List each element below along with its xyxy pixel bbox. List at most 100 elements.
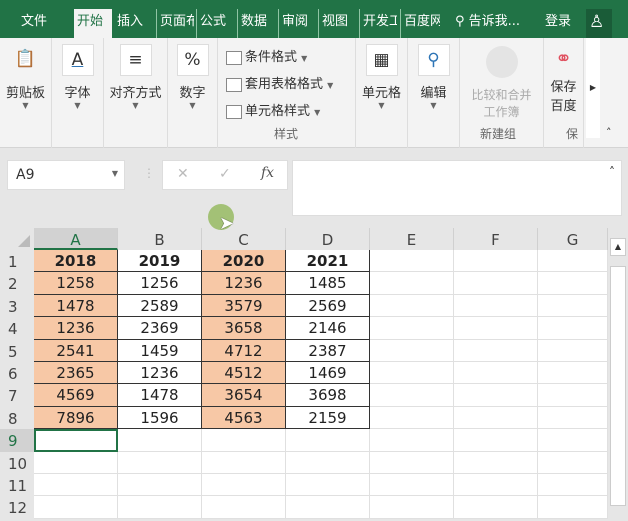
cell-F9[interactable]	[454, 429, 538, 452]
cell-F10[interactable]	[454, 451, 538, 474]
cell-E9[interactable]	[370, 429, 454, 452]
row-header-9[interactable]: 9	[0, 429, 34, 452]
cell-F11[interactable]	[454, 474, 538, 497]
row-header-10[interactable]: 10	[0, 451, 34, 474]
cell-F3[interactable]	[454, 294, 538, 318]
cell-E1[interactable]	[370, 250, 454, 273]
cell-E10[interactable]	[370, 451, 454, 474]
cell-G12[interactable]	[538, 496, 608, 519]
cell-B12[interactable]	[118, 496, 202, 519]
cell-B10[interactable]	[118, 451, 202, 474]
column-header-D[interactable]: D	[286, 228, 370, 250]
cell-D9[interactable]	[286, 429, 370, 452]
column-header-G[interactable]: G	[538, 228, 608, 250]
cell-C5[interactable]: 4712	[202, 339, 286, 362]
cell-B11[interactable]	[118, 474, 202, 497]
cell-F4[interactable]	[454, 317, 538, 340]
collapse-ribbon-icon[interactable]: ˄	[606, 126, 612, 139]
row-header-3[interactable]: 3	[0, 294, 34, 318]
cell-C12[interactable]	[202, 496, 286, 519]
cell-E4[interactable]	[370, 317, 454, 340]
cell-B9[interactable]	[118, 429, 202, 452]
cell-G6[interactable]	[538, 362, 608, 385]
tab-file[interactable]: 文件	[18, 9, 50, 38]
cell-A4[interactable]: 1236	[34, 317, 118, 340]
cell-C10[interactable]	[202, 451, 286, 474]
cell-A2[interactable]: 1258	[34, 272, 118, 295]
cell-D11[interactable]	[286, 474, 370, 497]
cell-F8[interactable]	[454, 406, 538, 430]
cell-G4[interactable]	[538, 317, 608, 340]
cell-G3[interactable]	[538, 294, 608, 318]
cell-A9-selected[interactable]	[34, 429, 118, 452]
login-button[interactable]: 登录	[542, 9, 574, 38]
cell-C4[interactable]: 3658	[202, 317, 286, 340]
cells-button[interactable]: ▦ 单元格 ▼	[356, 38, 408, 148]
cell-E11[interactable]	[370, 474, 454, 497]
cell-C3[interactable]: 3579	[202, 294, 286, 318]
cell-A10[interactable]	[34, 451, 118, 474]
collapse-formula-icon[interactable]: ˄	[609, 165, 615, 179]
cell-D5[interactable]: 2387	[286, 339, 370, 362]
alignment-button[interactable]: ≡ 对齐方式 ▼	[104, 38, 168, 148]
cell-G2[interactable]	[538, 272, 608, 295]
edit-button[interactable]: ⚲ 编辑 ▼	[408, 38, 460, 148]
row-header-11[interactable]: 11	[0, 474, 34, 497]
cell-C11[interactable]	[202, 474, 286, 497]
column-header-C[interactable]: C	[202, 228, 286, 250]
tab-review[interactable]: 审阅	[278, 9, 315, 38]
cell-F5[interactable]	[454, 339, 538, 362]
ribbon-scroll-right[interactable]: ▶	[586, 38, 600, 138]
number-button[interactable]: % 数字 ▼	[168, 38, 218, 148]
cell-F7[interactable]	[454, 384, 538, 407]
share-user-icon[interactable]: ♙	[586, 9, 612, 38]
cell-B7[interactable]: 1478	[118, 384, 202, 407]
cell-B4[interactable]: 2369	[118, 317, 202, 340]
function-icon[interactable]: fx	[261, 165, 274, 181]
drag-handle[interactable]: ⋮	[143, 166, 155, 180]
cell-B5[interactable]: 1459	[118, 339, 202, 362]
cell-A3[interactable]: 1478	[34, 294, 118, 318]
tell-me[interactable]: ⚲ 告诉我...	[452, 9, 523, 38]
cell-B8[interactable]: 1596	[118, 406, 202, 430]
cell-E8[interactable]	[370, 406, 454, 430]
cell-E6[interactable]	[370, 362, 454, 385]
cell-C9[interactable]	[202, 429, 286, 452]
cell-G11[interactable]	[538, 474, 608, 497]
row-header-1[interactable]: 1	[0, 250, 34, 273]
cell-E3[interactable]	[370, 294, 454, 318]
name-box[interactable]: A9 ▼	[7, 160, 125, 190]
font-button[interactable]: A 字体 ▼	[52, 38, 104, 148]
cell-D3[interactable]: 2569	[286, 294, 370, 318]
cell-D4[interactable]: 2146	[286, 317, 370, 340]
cell-F12[interactable]	[454, 496, 538, 519]
cell-F2[interactable]	[454, 272, 538, 295]
table-format-button[interactable]: 套用表格格式 ▼	[226, 73, 333, 92]
cell-B1[interactable]: 2019	[118, 250, 202, 273]
compare-merge-button[interactable]: 比较和合并 工作簿 新建组	[460, 38, 544, 148]
column-header-F[interactable]: F	[454, 228, 538, 250]
tab-baidu[interactable]: 百度网	[400, 9, 440, 38]
cell-B3[interactable]: 2589	[118, 294, 202, 318]
cell-D2[interactable]: 1485	[286, 272, 370, 295]
cell-G8[interactable]	[538, 406, 608, 430]
column-header-E[interactable]: E	[370, 228, 454, 250]
cell-G9[interactable]	[538, 429, 608, 452]
cell-G10[interactable]	[538, 451, 608, 474]
cell-G5[interactable]	[538, 339, 608, 362]
tab-view[interactable]: 视图	[318, 9, 356, 38]
cell-D7[interactable]: 3698	[286, 384, 370, 407]
cell-A6[interactable]: 2365	[34, 362, 118, 385]
cell-D8[interactable]: 2159	[286, 406, 370, 430]
cell-B6[interactable]: 1236	[118, 362, 202, 385]
scroll-up-icon[interactable]: ▲	[610, 238, 626, 256]
cell-A5[interactable]: 2541	[34, 339, 118, 362]
cell-B2[interactable]: 1256	[118, 272, 202, 295]
cell-F6[interactable]	[454, 362, 538, 385]
column-header-A[interactable]: A	[34, 228, 118, 250]
cell-A8[interactable]: 7896	[34, 406, 118, 430]
cell-A12[interactable]	[34, 496, 118, 519]
baidu-save-button[interactable]: ⚭ 保存 百度 保	[544, 38, 584, 148]
tab-data[interactable]: 数据	[237, 9, 275, 38]
cancel-icon[interactable]: ✕	[177, 166, 189, 182]
